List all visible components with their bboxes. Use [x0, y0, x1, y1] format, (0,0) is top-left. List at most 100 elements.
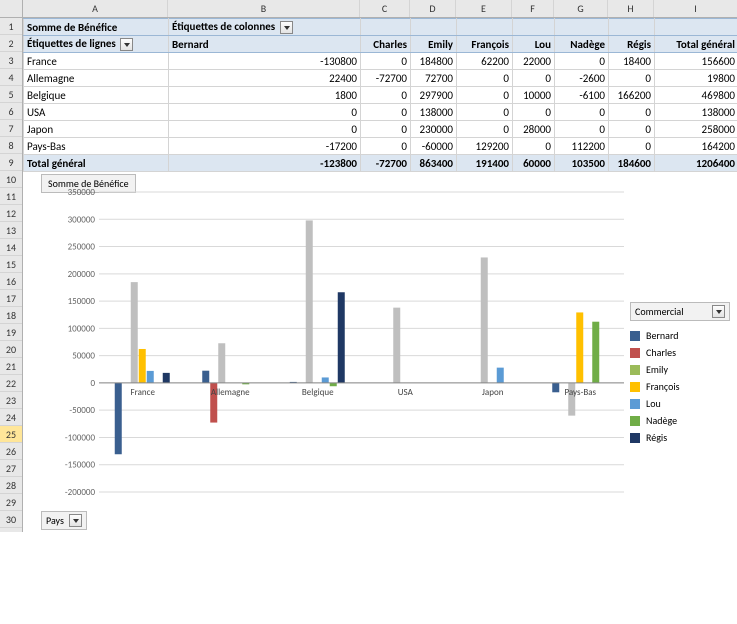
legend-item[interactable]: Nadège: [630, 414, 730, 427]
bar[interactable]: [481, 257, 488, 382]
column-header[interactable]: E: [456, 0, 512, 17]
data-cell[interactable]: 0: [361, 104, 411, 121]
data-cell[interactable]: -130800: [169, 53, 361, 70]
legend-item[interactable]: Bernard: [630, 329, 730, 342]
row-header[interactable]: 5: [0, 86, 22, 103]
row-header[interactable]: 7: [0, 120, 22, 137]
axis-field-button[interactable]: Pays: [41, 511, 87, 530]
row-header[interactable]: 6: [0, 103, 22, 120]
col-total-cell[interactable]: 863400: [411, 155, 457, 172]
row-header[interactable]: 27: [0, 460, 22, 477]
data-cell[interactable]: 0: [609, 104, 655, 121]
col-total-cell[interactable]: 191400: [457, 155, 513, 172]
row-total-cell[interactable]: 156600: [655, 53, 737, 70]
row-total-cell[interactable]: 258000: [655, 121, 737, 138]
data-cell[interactable]: 0: [555, 104, 609, 121]
data-cell[interactable]: 166200: [609, 87, 655, 104]
dropdown-icon[interactable]: [280, 21, 293, 34]
column-header[interactable]: H: [608, 0, 654, 17]
bar[interactable]: [393, 308, 400, 383]
col-total-cell[interactable]: -72700: [361, 155, 411, 172]
data-cell[interactable]: 230000: [411, 121, 457, 138]
row-header[interactable]: 29: [0, 494, 22, 511]
row-header[interactable]: 23: [0, 392, 22, 409]
row-header[interactable]: 3: [0, 52, 22, 69]
data-cell[interactable]: 0: [457, 70, 513, 87]
column-header[interactable]: B: [168, 0, 360, 17]
legend-field-button[interactable]: Commercial: [630, 302, 730, 321]
row-header[interactable]: 16: [0, 273, 22, 290]
row-header[interactable]: 10: [0, 171, 22, 188]
data-cell[interactable]: 0: [555, 53, 609, 70]
dropdown-icon[interactable]: [69, 514, 82, 527]
column-header[interactable]: C: [360, 0, 410, 17]
data-cell[interactable]: -72700: [361, 70, 411, 87]
data-cell[interactable]: 138000: [411, 104, 457, 121]
data-cell[interactable]: 0: [361, 121, 411, 138]
data-cell[interactable]: -17200: [169, 138, 361, 155]
row-header[interactable]: 21: [0, 358, 22, 375]
row-header[interactable]: 12: [0, 205, 22, 222]
legend-item[interactable]: Régis: [630, 431, 730, 444]
row-header[interactable]: 9: [0, 154, 22, 171]
row-header[interactable]: 24: [0, 409, 22, 426]
row-total-cell[interactable]: 469800: [655, 87, 737, 104]
col-total-cell[interactable]: -123800: [169, 155, 361, 172]
row-header[interactable]: 4: [0, 69, 22, 86]
data-cell[interactable]: 0: [609, 70, 655, 87]
bar[interactable]: [218, 343, 225, 383]
bar[interactable]: [115, 383, 122, 454]
grand-total-cell[interactable]: 1206400: [655, 155, 737, 172]
data-cell[interactable]: 18400: [609, 53, 655, 70]
data-cell[interactable]: 0: [457, 87, 513, 104]
data-cell[interactable]: 0: [513, 138, 555, 155]
column-header[interactable]: A: [23, 0, 168, 17]
select-all-corner[interactable]: [0, 0, 22, 18]
row-total-cell[interactable]: 19800: [655, 70, 737, 87]
row-header[interactable]: 22: [0, 375, 22, 392]
row-header[interactable]: 19: [0, 324, 22, 341]
row-header[interactable]: 14: [0, 239, 22, 256]
row-header[interactable]: 11: [0, 188, 22, 205]
row-total-cell[interactable]: 164200: [655, 138, 737, 155]
row-header[interactable]: 2: [0, 35, 22, 52]
column-header[interactable]: F: [512, 0, 554, 17]
data-cell[interactable]: 0: [513, 70, 555, 87]
data-cell[interactable]: 0: [361, 138, 411, 155]
bar[interactable]: [552, 383, 559, 392]
data-cell[interactable]: -60000: [411, 138, 457, 155]
data-cell[interactable]: 0: [361, 53, 411, 70]
bar[interactable]: [592, 322, 599, 383]
row-header[interactable]: 8: [0, 137, 22, 154]
data-cell[interactable]: 1800: [169, 87, 361, 104]
column-header[interactable]: I: [654, 0, 737, 17]
row-header[interactable]: 15: [0, 256, 22, 273]
row-header[interactable]: 18: [0, 307, 22, 324]
column-header[interactable]: D: [410, 0, 456, 17]
row-header[interactable]: 28: [0, 477, 22, 494]
data-cell[interactable]: 0: [513, 104, 555, 121]
data-cell[interactable]: -6100: [555, 87, 609, 104]
legend-item[interactable]: Lou: [630, 397, 730, 410]
row-header[interactable]: 1: [0, 18, 22, 35]
bar[interactable]: [322, 377, 329, 382]
data-cell[interactable]: 0: [457, 104, 513, 121]
data-cell[interactable]: 0: [609, 138, 655, 155]
bar[interactable]: [131, 282, 138, 383]
bar[interactable]: [576, 312, 583, 382]
data-cell[interactable]: 0: [609, 121, 655, 138]
data-cell[interactable]: -2600: [555, 70, 609, 87]
legend-item[interactable]: Emily: [630, 363, 730, 376]
data-cell[interactable]: 0: [555, 121, 609, 138]
row-header[interactable]: 25: [0, 426, 22, 443]
data-cell[interactable]: 112200: [555, 138, 609, 155]
col-total-cell[interactable]: 103500: [555, 155, 609, 172]
dropdown-icon[interactable]: [712, 305, 725, 318]
data-cell[interactable]: 0: [457, 121, 513, 138]
data-cell[interactable]: 129200: [457, 138, 513, 155]
data-cell[interactable]: 22400: [169, 70, 361, 87]
col-total-cell[interactable]: 60000: [513, 155, 555, 172]
row-header[interactable]: 13: [0, 222, 22, 239]
dropdown-icon[interactable]: [120, 38, 133, 51]
legend-item[interactable]: François: [630, 380, 730, 393]
